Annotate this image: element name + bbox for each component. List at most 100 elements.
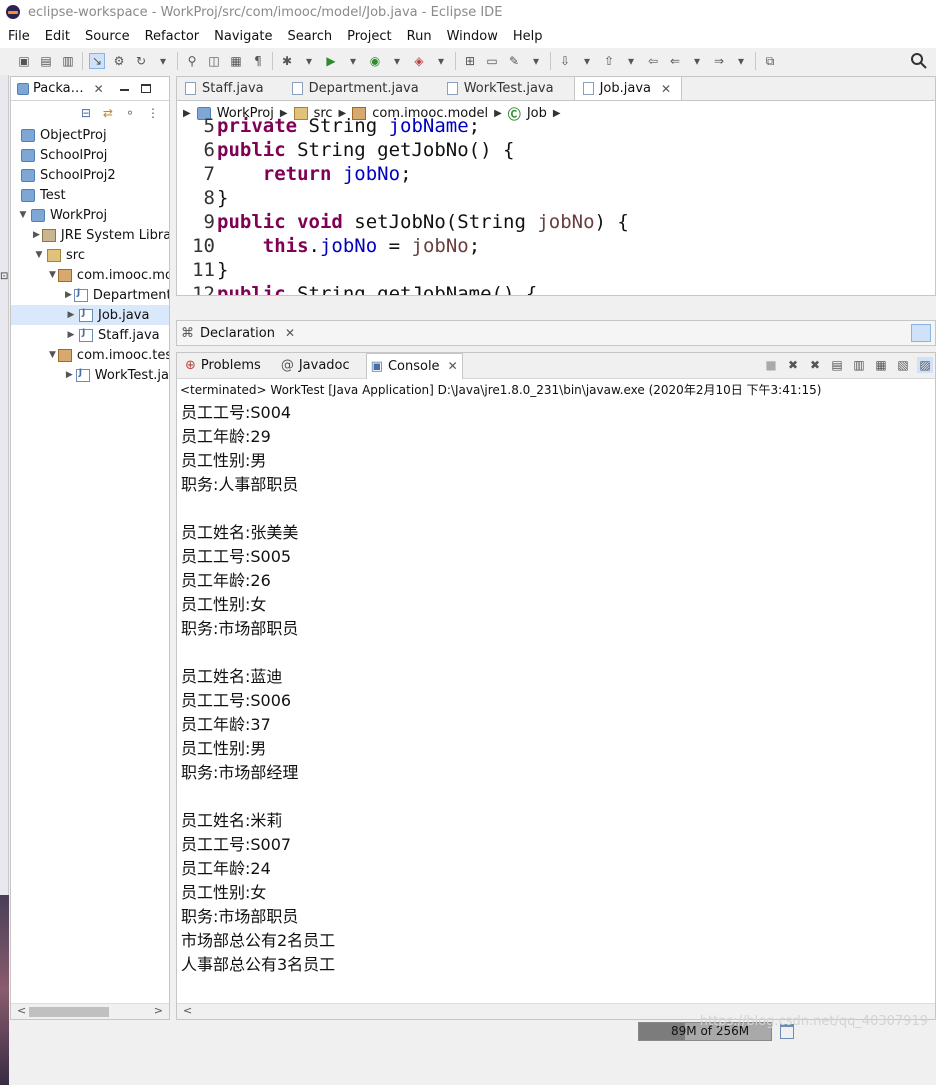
chevron-down-icon[interactable]: ▼ [49, 350, 56, 360]
pin-console-icon[interactable]: ▧ [895, 357, 911, 373]
tree-item-job[interactable]: ▶Job.java [11, 305, 169, 325]
dropdown-arrow-icon[interactable]: ▾ [345, 53, 361, 69]
filters-icon[interactable]: ⚬ [125, 106, 135, 120]
debug-icon[interactable]: ✱ [279, 53, 295, 69]
search-icon[interactable] [910, 52, 928, 70]
dropdown-arrow-icon[interactable]: ▾ [623, 53, 639, 69]
link-with-editor-icon[interactable]: ⇄ [103, 106, 113, 120]
scroll-right-icon[interactable]: > [154, 1004, 163, 1017]
tree-item-src[interactable]: ▼ src [11, 245, 169, 265]
save-icon[interactable]: ▤ [38, 53, 54, 69]
tab-staff-java[interactable]: Staff.java [177, 77, 274, 100]
dropdown-arrow-icon[interactable]: ▾ [389, 53, 405, 69]
tab-console[interactable]: ▣ Console ✕ [365, 352, 463, 379]
tree-item-staff[interactable]: ▶Staff.java [11, 325, 169, 345]
close-icon[interactable]: ✕ [94, 82, 104, 96]
back-icon[interactable]: ⇐ [667, 53, 683, 69]
menu-window[interactable]: Window [447, 29, 498, 44]
build-icon[interactable]: ⚙ [111, 53, 127, 69]
chevron-right-icon[interactable]: ▶ [33, 230, 40, 240]
dropdown-arrow-icon[interactable]: ▾ [155, 53, 171, 69]
chevron-right-icon[interactable]: ▶ [65, 290, 72, 300]
chevron-right-icon[interactable]: ▶ [65, 330, 77, 340]
breadcrumb-class[interactable]: Job [527, 106, 547, 121]
close-icon[interactable]: ✕ [285, 326, 295, 340]
scroll-left-icon[interactable]: < [17, 1004, 26, 1017]
maximize-icon[interactable] [140, 84, 151, 93]
tree-item-objectproj[interactable]: ObjectProj [11, 125, 169, 145]
menu-project[interactable]: Project [347, 29, 391, 44]
refresh-icon[interactable]: ↻ [133, 53, 149, 69]
tree-item-package-test[interactable]: ▼ com.imooc.tes [11, 345, 169, 365]
menu-run[interactable]: Run [407, 29, 432, 44]
scrollbar-thumb[interactable] [29, 1007, 109, 1017]
external-tools-icon[interactable]: ◈ [411, 53, 427, 69]
close-icon[interactable]: ✕ [661, 82, 671, 96]
minimize-icon[interactable] [119, 88, 129, 91]
forward-icon[interactable]: ⇒ [711, 53, 727, 69]
dropdown-arrow-icon[interactable]: ▾ [689, 53, 705, 69]
coverage-icon[interactable]: ◉ [367, 53, 383, 69]
collapse-all-icon[interactable]: ⊟ [81, 106, 91, 120]
search-tool-icon[interactable]: ✎ [506, 53, 522, 69]
pin-icon[interactable]: ⚲ [184, 53, 200, 69]
word-wrap-icon[interactable]: ▦ [873, 357, 889, 373]
tree-item-worktest[interactable]: ▶WorkTest.ja [11, 365, 169, 385]
dropdown-arrow-icon[interactable]: ▾ [733, 53, 749, 69]
chevron-right-icon[interactable]: ▶ [65, 370, 74, 380]
tab-job-java[interactable]: Job.java ✕ [573, 77, 683, 100]
tree-item-workproj[interactable]: ▼ WorkProj [11, 205, 169, 225]
menu-help[interactable]: Help [513, 29, 543, 44]
tree-item-department[interactable]: ▶Department [11, 285, 169, 305]
tree-item-jre[interactable]: ▶ JRE System Libra [11, 225, 169, 245]
tree-item-test[interactable]: Test [11, 185, 169, 205]
last-edit-icon[interactable]: ⇦ [645, 53, 661, 69]
clear-console-icon[interactable]: ▤ [829, 357, 845, 373]
menu-navigate[interactable]: Navigate [214, 29, 272, 44]
dropdown-arrow-icon[interactable]: ▾ [579, 53, 595, 69]
tree-item-schoolproj2[interactable]: SchoolProj2 [11, 165, 169, 185]
scroll-lock-icon[interactable]: ▥ [851, 357, 867, 373]
view-menu-icon[interactable]: ⋮ [147, 106, 159, 120]
open-perspective-icon[interactable]: ⧉ [762, 53, 778, 69]
skip-breakpoints-icon[interactable]: ↘ [89, 53, 105, 69]
chevron-down-icon[interactable]: ▼ [49, 270, 56, 280]
mark-icon[interactable]: ◫ [206, 53, 222, 69]
terminate-icon[interactable]: ■ [763, 357, 779, 373]
restore-icon[interactable] [911, 324, 931, 342]
console-output[interactable]: 员工工号:S004 员工年龄:29 员工性别:男 职务:人事部职员 员工姓名:张美美 员工… [177, 401, 935, 977]
next-annotation-icon[interactable]: ⇩ [557, 53, 573, 69]
tab-declaration[interactable]: Declaration [200, 326, 275, 341]
chevron-down-icon[interactable]: ▼ [17, 210, 29, 220]
chevron-right-icon[interactable]: ▶ [65, 310, 77, 320]
block-icon[interactable]: ▦ [228, 53, 244, 69]
run-icon[interactable]: ▶ [323, 53, 339, 69]
tab-javadoc[interactable]: @ Javadoc [277, 353, 354, 379]
close-icon[interactable]: ✕ [448, 359, 458, 373]
remove-all-icon[interactable]: ✖ [807, 357, 823, 373]
dropdown-arrow-icon[interactable]: ▾ [528, 53, 544, 69]
dropdown-arrow-icon[interactable]: ▾ [301, 53, 317, 69]
tree-item-package-model[interactable]: ▼ com.imooc.mo [11, 265, 169, 285]
dropdown-arrow-icon[interactable]: ▾ [433, 53, 449, 69]
scroll-left-icon[interactable]: < [183, 1004, 192, 1017]
package-explorer-tab[interactable]: Packa… ✕ [11, 77, 169, 101]
paragraph-icon[interactable]: ¶ [250, 53, 266, 69]
open-folder-icon[interactable]: ▭ [484, 53, 500, 69]
tab-problems[interactable]: ⊕ Problems [181, 353, 265, 379]
tab-department-java[interactable]: Department.java [284, 77, 429, 100]
menu-search[interactable]: Search [287, 29, 332, 44]
save-all-icon[interactable]: ▥ [60, 53, 76, 69]
display-console-icon[interactable]: ▨ [917, 357, 933, 373]
tab-worktest-java[interactable]: WorkTest.java [439, 77, 564, 100]
remove-launch-icon[interactable]: ✖ [785, 357, 801, 373]
chevron-down-icon[interactable]: ▼ [33, 250, 45, 260]
tree-item-schoolproj[interactable]: SchoolProj [11, 145, 169, 165]
open-type-icon[interactable]: ⊞ [462, 53, 478, 69]
menu-file[interactable]: File [8, 29, 30, 44]
menu-source[interactable]: Source [85, 29, 130, 44]
menu-refactor[interactable]: Refactor [145, 29, 200, 44]
horizontal-scrollbar[interactable]: < > [11, 1003, 169, 1019]
prev-annotation-icon[interactable]: ⇧ [601, 53, 617, 69]
code-area[interactable]: 5 private String jobName; 6 public String … [177, 115, 935, 295]
